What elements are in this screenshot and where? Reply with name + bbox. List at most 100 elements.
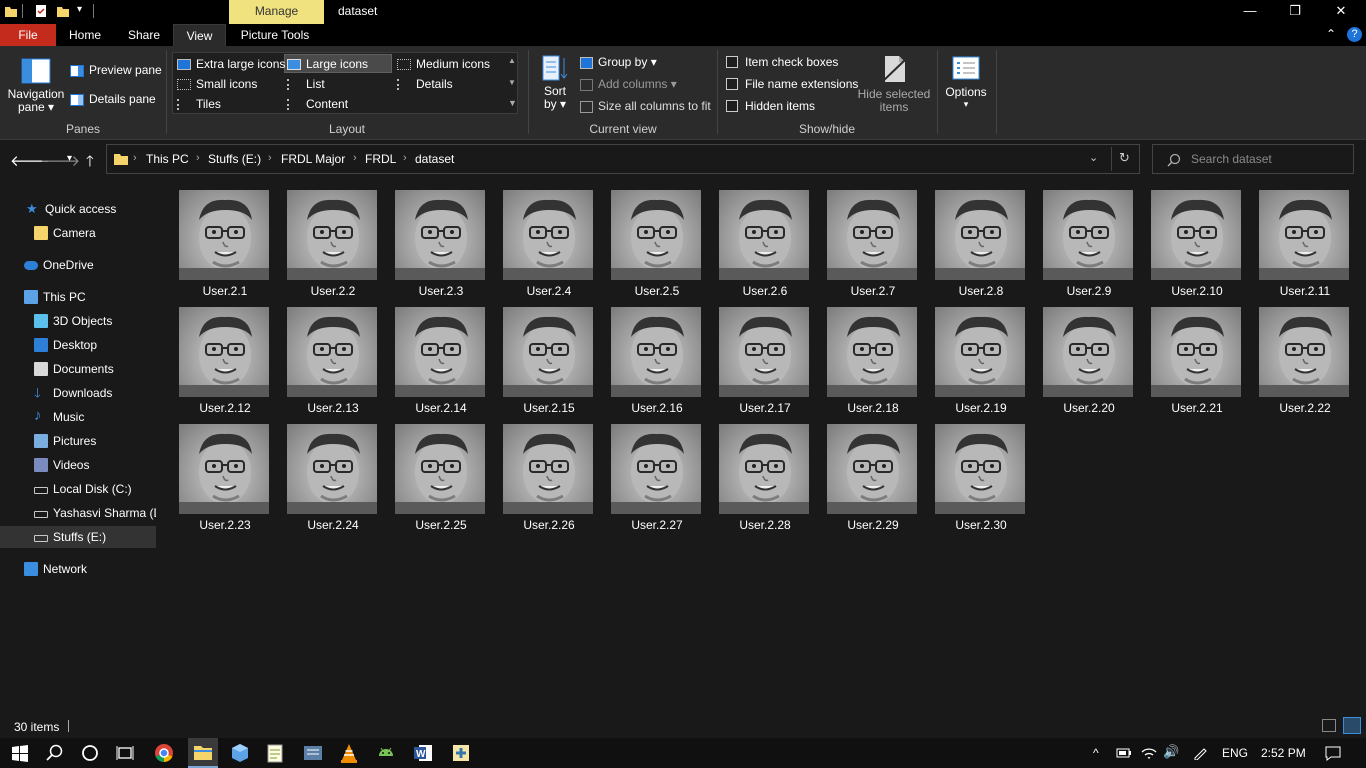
tab-view[interactable]: View bbox=[173, 24, 226, 46]
file-item[interactable]: User.2.9 bbox=[1032, 178, 1133, 298]
details-view-icon[interactable] bbox=[1322, 719, 1336, 732]
sort-by-button[interactable]: Sort by ▾ bbox=[538, 54, 572, 118]
restore-button[interactable]: ❐ bbox=[1272, 0, 1318, 24]
search-input[interactable] bbox=[1191, 151, 1346, 167]
address-bar[interactable]: › This PC › Stuffs (E:) › FRDL Major › F… bbox=[106, 144, 1140, 174]
file-item[interactable]: User.2.11 bbox=[1248, 178, 1349, 298]
battery-icon[interactable] bbox=[1116, 747, 1132, 759]
file-item[interactable]: User.2.16 bbox=[600, 295, 701, 415]
file-item[interactable]: User.2.13 bbox=[276, 295, 377, 415]
language-indicator[interactable]: ENG bbox=[1222, 746, 1248, 760]
file-item[interactable]: User.2.14 bbox=[384, 295, 485, 415]
vlc-icon[interactable] bbox=[338, 742, 360, 764]
breadcrumb-frdl[interactable]: FRDL bbox=[365, 152, 396, 166]
add-columns-button[interactable]: Add columns ▾ bbox=[580, 77, 677, 91]
file-item[interactable]: User.2.17 bbox=[708, 295, 809, 415]
options-button[interactable]: Options ▾ bbox=[941, 54, 991, 118]
file-item[interactable]: User.2.26 bbox=[492, 412, 593, 532]
volume-icon[interactable]: 🔊 bbox=[1163, 744, 1179, 760]
item-check-boxes-label[interactable]: Item check boxes bbox=[745, 55, 838, 69]
gallery-scroll-up[interactable]: ▲ bbox=[508, 56, 516, 65]
tab-picture-tools[interactable]: Picture Tools bbox=[232, 24, 318, 46]
nav-item-pictures[interactable]: Pictures bbox=[0, 430, 156, 452]
address-history-button[interactable]: ⌄ bbox=[1089, 151, 1098, 164]
android-studio-icon[interactable] bbox=[375, 742, 397, 764]
file-item[interactable]: User.2.20 bbox=[1032, 295, 1133, 415]
hidden-items-checkbox[interactable] bbox=[726, 100, 738, 112]
breadcrumb-dataset[interactable]: dataset bbox=[415, 152, 454, 166]
size-all-columns-button[interactable]: Size all columns to fit bbox=[580, 99, 711, 113]
tab-manage[interactable]: Manage bbox=[229, 0, 324, 24]
file-item[interactable]: User.2.28 bbox=[708, 412, 809, 532]
breadcrumb-separator[interactable]: › bbox=[268, 152, 272, 164]
file-item[interactable]: User.2.23 bbox=[168, 412, 269, 532]
chrome-icon[interactable] bbox=[153, 742, 175, 764]
navigation-pane-button[interactable]: Navigation pane ▾ bbox=[6, 54, 66, 118]
recent-locations-button[interactable]: ▾ bbox=[67, 153, 72, 164]
layout-list[interactable]: List bbox=[287, 77, 325, 91]
breadcrumb-frdl-major[interactable]: FRDL Major bbox=[281, 152, 345, 166]
nav-item-yashasvi-sharma-d[interactable]: Yashasvi Sharma (D: bbox=[0, 502, 156, 524]
file-item[interactable]: User.2.27 bbox=[600, 412, 701, 532]
file-item[interactable]: User.2.4 bbox=[492, 178, 593, 298]
details-pane-button[interactable]: Details pane bbox=[70, 92, 156, 106]
nav-item-this-pc[interactable]: This PC bbox=[0, 286, 156, 308]
file-item[interactable]: User.2.29 bbox=[816, 412, 917, 532]
file-item[interactable]: User.2.30 bbox=[924, 412, 1025, 532]
file-item[interactable]: User.2.12 bbox=[168, 295, 269, 415]
layout-medium-icons[interactable]: Medium icons bbox=[397, 57, 490, 71]
breadcrumb-this-pc[interactable]: This PC bbox=[146, 152, 189, 166]
tab-home[interactable]: Home bbox=[60, 24, 110, 46]
file-item[interactable]: User.2.5 bbox=[600, 178, 701, 298]
file-item[interactable]: User.2.22 bbox=[1248, 295, 1349, 415]
gallery-scroll-down[interactable]: ▼ bbox=[508, 78, 516, 87]
help-icon[interactable]: ? bbox=[1347, 27, 1362, 42]
layout-small-icons[interactable]: Small icons bbox=[177, 77, 257, 91]
layout-details[interactable]: Details bbox=[397, 77, 453, 91]
file-explorer-taskbar-button[interactable] bbox=[188, 738, 218, 768]
breadcrumb-separator[interactable]: › bbox=[133, 152, 137, 164]
refresh-icon[interactable]: ↻ bbox=[1119, 150, 1130, 166]
file-item[interactable]: User.2.8 bbox=[924, 178, 1025, 298]
cortana-icon[interactable] bbox=[79, 742, 101, 764]
layout-tiles[interactable]: Tiles bbox=[177, 97, 221, 111]
file-item[interactable]: User.2.7 bbox=[816, 178, 917, 298]
file-name-extensions-label[interactable]: File name extensions bbox=[745, 77, 858, 91]
file-item[interactable]: User.2.15 bbox=[492, 295, 593, 415]
python-icon[interactable] bbox=[450, 742, 472, 764]
nav-item-quick-access[interactable]: ★ Quick access bbox=[0, 198, 156, 220]
notepad-icon[interactable] bbox=[264, 742, 286, 764]
search-box[interactable] bbox=[1152, 144, 1354, 174]
file-name-extensions-checkbox[interactable] bbox=[726, 78, 738, 90]
nav-item-stuffs-e[interactable]: Stuffs (E:) bbox=[0, 526, 156, 548]
group-by-button[interactable]: Group by ▾ bbox=[580, 55, 657, 69]
search-icon[interactable] bbox=[44, 742, 66, 764]
nav-item-videos[interactable]: Videos bbox=[0, 454, 156, 476]
layout-extra-large-icons[interactable]: Extra large icons bbox=[177, 57, 285, 71]
nav-item-music[interactable]: ♪ Music bbox=[0, 406, 156, 428]
hidden-items-label[interactable]: Hidden items bbox=[745, 99, 815, 113]
tab-share[interactable]: Share bbox=[118, 24, 170, 46]
layout-large-icons[interactable]: Large icons bbox=[287, 57, 368, 71]
breadcrumb-separator[interactable]: › bbox=[403, 152, 407, 164]
wifi-icon[interactable] bbox=[1141, 746, 1157, 760]
file-item[interactable]: User.2.6 bbox=[708, 178, 809, 298]
nav-item-network[interactable]: Network bbox=[0, 558, 156, 580]
forward-button[interactable]: 🡒 bbox=[40, 151, 80, 170]
file-item[interactable]: User.2.2 bbox=[276, 178, 377, 298]
nav-item-local-disk-c[interactable]: Local Disk (C:) bbox=[0, 478, 156, 500]
properties-icon[interactable] bbox=[34, 4, 48, 18]
new-folder-icon[interactable] bbox=[56, 4, 70, 18]
up-button[interactable]: 🡑 bbox=[86, 151, 94, 176]
clock[interactable]: 2:52 PM bbox=[1261, 746, 1306, 760]
nav-item-desktop[interactable]: Desktop bbox=[0, 334, 156, 356]
collapse-ribbon-icon[interactable]: ⌃ bbox=[1326, 27, 1336, 41]
file-item[interactable]: User.2.19 bbox=[924, 295, 1025, 415]
file-item[interactable]: User.2.24 bbox=[276, 412, 377, 532]
nav-item-camera[interactable]: Camera bbox=[0, 222, 156, 244]
nav-item-onedrive[interactable]: OneDrive bbox=[0, 254, 156, 276]
breadcrumb-separator[interactable]: › bbox=[196, 152, 200, 164]
breadcrumb-separator[interactable]: › bbox=[353, 152, 357, 164]
nav-item-downloads[interactable]: 🡓 Downloads bbox=[0, 382, 156, 404]
breadcrumb-stuffs[interactable]: Stuffs (E:) bbox=[208, 152, 261, 166]
